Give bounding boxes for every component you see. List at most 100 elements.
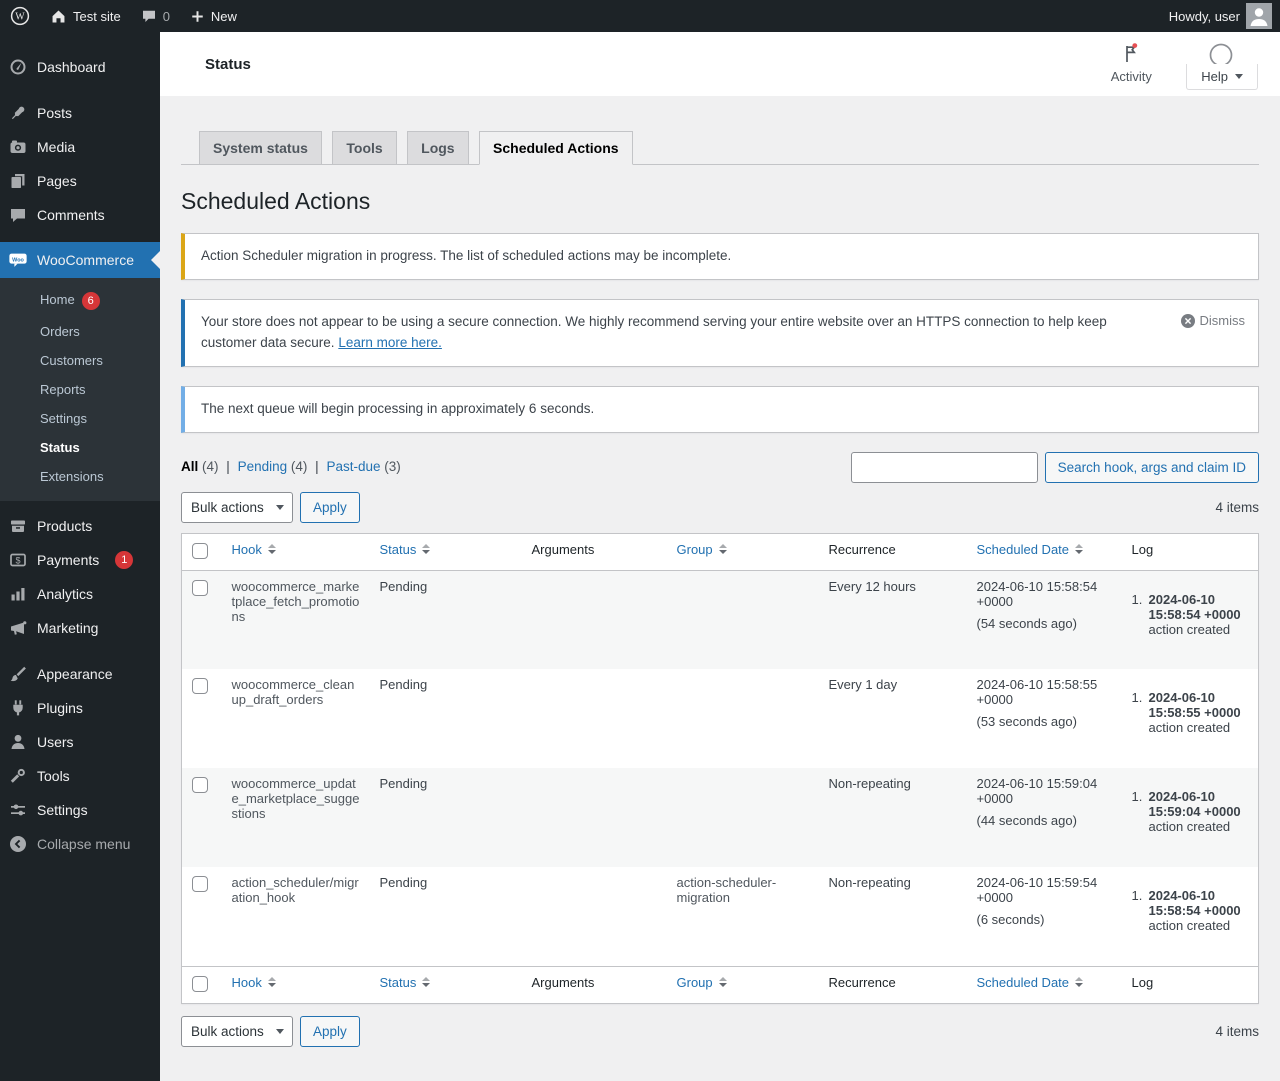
filter-past-due[interactable]: Past-due — [326, 459, 380, 474]
log-cell: 1. 2024-06-10 15:58:55 +0000 action crea… — [1131, 690, 1241, 736]
sidebar-item-plugins[interactable]: Plugins — [0, 691, 160, 725]
comments-count: 0 — [162, 8, 170, 24]
sidebar-item-posts[interactable]: Posts — [0, 96, 160, 130]
sidebar-item-comments[interactable]: Comments — [0, 198, 160, 232]
dismiss-label: Dismiss — [1199, 312, 1246, 328]
select-all-checkbox[interactable] — [192, 975, 208, 992]
new-content-menu[interactable]: New — [180, 0, 247, 32]
page-heading: Scheduled Actions — [181, 188, 371, 214]
sidebar-item-label: Users — [37, 734, 74, 750]
bar-chart-icon — [8, 584, 28, 604]
sidebar-item-marketing[interactable]: Marketing — [0, 611, 160, 645]
submenu-item-orders[interactable]: Orders — [0, 317, 160, 346]
sort-icon — [422, 544, 431, 555]
collapse-menu-button[interactable]: Collapse menu — [0, 827, 160, 861]
sidebar-item-pages[interactable]: Pages — [0, 164, 160, 198]
row-checkbox[interactable] — [192, 777, 208, 794]
woocommerce-page-header: Status Activity Finish setup — [160, 32, 1280, 96]
sort-status-header[interactable]: Status — [380, 542, 431, 557]
camera-icon — [8, 137, 28, 157]
account-menu[interactable]: Howdy, user — [1159, 0, 1280, 32]
status-cell: Pending — [379, 578, 428, 594]
svg-text:W: W — [15, 12, 25, 23]
learn-more-link[interactable]: Learn more here. — [338, 335, 442, 350]
sidebar-item-label: Settings — [37, 802, 88, 818]
brush-icon — [8, 664, 28, 684]
sort-scheduled-date-header[interactable]: Scheduled Date — [977, 542, 1084, 557]
activity-button[interactable]: Activity — [1111, 42, 1152, 86]
comments-shortcut[interactable]: 0 — [131, 0, 180, 32]
filter-all[interactable]: All — [181, 459, 198, 474]
filter-pending[interactable]: Pending — [238, 459, 288, 474]
items-count: 4 items — [1215, 499, 1259, 515]
sliders-icon — [8, 800, 28, 820]
row-checkbox[interactable] — [192, 876, 208, 893]
sidebar-item-dashboard[interactable]: Dashboard — [0, 50, 160, 84]
sort-scheduled-date-header[interactable]: Scheduled Date — [977, 975, 1084, 990]
dismiss-button[interactable]: Dismiss — [1180, 311, 1246, 331]
scheduled-date-cell: 2024-06-10 15:59:54 +0000 (6 seconds) — [976, 875, 1098, 928]
sidebar-item-users[interactable]: Users — [0, 725, 160, 759]
submenu-item-settings[interactable]: Settings — [0, 404, 160, 433]
submenu-item-extensions[interactable]: Extensions — [0, 462, 160, 491]
sidebar-item-woocommerce[interactable]: Woo WooCommerce — [0, 242, 160, 278]
sidebar-item-settings[interactable]: Settings — [0, 793, 160, 827]
wrench-icon — [8, 766, 28, 786]
products-box-icon — [8, 516, 28, 536]
submenu-item-home[interactable]: Home 6 — [0, 285, 160, 317]
submenu-item-customers[interactable]: Customers — [0, 346, 160, 375]
wordpress-logo-menu[interactable]: W — [0, 0, 40, 32]
group-cell — [667, 570, 819, 669]
search-button[interactable]: Search hook, args and claim ID — [1044, 451, 1259, 483]
table-row: woocommerce_marketplace_fetch_promotions… — [181, 570, 1259, 670]
row-checkbox[interactable] — [192, 579, 208, 596]
bulk-actions-select[interactable]: Bulk actions — [181, 491, 293, 523]
apply-button[interactable]: Apply — [300, 491, 360, 523]
activity-label: Activity — [1110, 69, 1152, 84]
recurrence-header: Recurrence — [818, 965, 967, 1004]
woocommerce-icon: Woo — [8, 250, 28, 270]
sidebar-item-label: Marketing — [37, 620, 99, 636]
sidebar-item-label: Media — [37, 139, 76, 155]
submenu-item-reports[interactable]: Reports — [0, 375, 160, 404]
select-all-checkbox[interactable] — [192, 542, 208, 559]
status-cell: Pending — [379, 776, 428, 792]
arguments-cell — [522, 570, 667, 669]
search-input[interactable] — [850, 451, 1038, 483]
bulk-actions-select[interactable]: Bulk actions — [181, 1015, 293, 1047]
table-header-row: Hook Status Arguments Group Recurrence S… — [181, 533, 1259, 571]
tab-tools[interactable]: Tools — [332, 131, 397, 165]
site-link[interactable]: Test site — [40, 0, 131, 32]
sidebar-item-analytics[interactable]: Analytics — [0, 577, 160, 611]
page-title: Status — [205, 55, 251, 73]
sidebar-item-label: WooCommerce — [37, 252, 134, 268]
arguments-cell — [522, 867, 667, 966]
help-button[interactable]: Help — [1186, 64, 1258, 90]
migration-notice: Action Scheduler migration in progress. … — [181, 233, 1259, 280]
pages-icon — [8, 171, 28, 191]
sidebar-item-payments[interactable]: $ Payments 1 — [0, 543, 160, 577]
sort-hook-header[interactable]: Hook — [232, 542, 276, 557]
sidebar-item-label: Tools — [37, 768, 70, 784]
sort-icon — [267, 544, 276, 555]
help-label: Help — [1201, 69, 1228, 84]
sidebar-item-appearance[interactable]: Appearance — [0, 657, 160, 691]
sort-group-header[interactable]: Group — [677, 975, 727, 990]
scheduled-date-cell: 2024-06-10 15:59:04 +0000 (44 seconds ag… — [976, 776, 1098, 829]
row-checkbox[interactable] — [192, 678, 208, 695]
tab-logs[interactable]: Logs — [407, 131, 469, 165]
sort-status-header[interactable]: Status — [380, 975, 431, 990]
sort-group-header[interactable]: Group — [677, 542, 727, 557]
tab-system-status[interactable]: System status — [199, 131, 322, 165]
recurrence-cell: Every 12 hours — [828, 578, 916, 594]
sidebar-item-products[interactable]: Products — [0, 509, 160, 543]
submenu-item-status[interactable]: Status — [0, 433, 160, 462]
status-cell: Pending — [379, 875, 428, 891]
tab-scheduled-actions[interactable]: Scheduled Actions — [479, 131, 633, 165]
sidebar-item-media[interactable]: Media — [0, 130, 160, 164]
status-tabs: System status Tools Logs Scheduled Actio… — [181, 131, 1259, 165]
sort-hook-header[interactable]: Hook — [232, 975, 276, 990]
pin-icon — [8, 103, 28, 123]
apply-button[interactable]: Apply — [300, 1015, 360, 1047]
sidebar-item-tools[interactable]: Tools — [0, 759, 160, 793]
